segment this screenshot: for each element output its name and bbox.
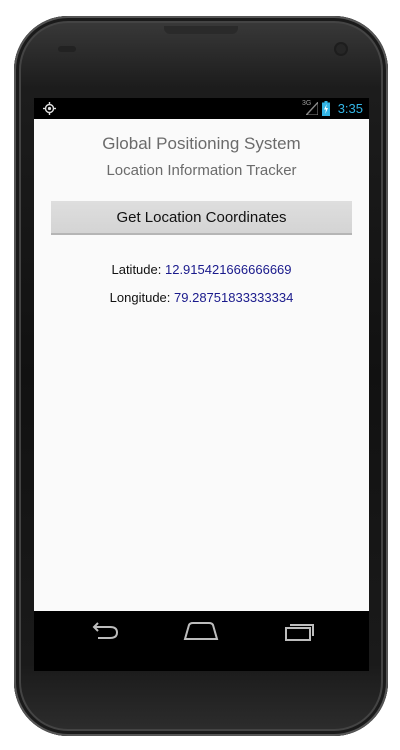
latitude-row: Latitude: 12.915421666666669 (34, 262, 369, 278)
longitude-value: 79.28751833333334 (174, 290, 294, 305)
signal-icon (306, 102, 318, 115)
proximity-sensor (58, 46, 76, 52)
longitude-label: Longitude: (109, 290, 175, 305)
status-bar: 3G 3:35 (34, 98, 369, 119)
front-camera (336, 44, 346, 54)
status-clock: 3:35 (337, 101, 363, 116)
back-icon[interactable] (84, 619, 124, 643)
get-location-coordinates-button[interactable]: Get Location Coordinates (51, 201, 352, 235)
app-content: Global Positioning System Location Infor… (34, 119, 369, 611)
device-screen: 3G 3:35 Global Positioning System Locati… (34, 98, 369, 671)
latitude-value: 12.915421666666669 (164, 262, 292, 277)
recent-apps-icon[interactable] (280, 619, 320, 643)
navigation-bar (34, 611, 369, 653)
longitude-row: Longitude: 79.28751833333334 (34, 290, 369, 306)
phone-frame: 3G 3:35 Global Positioning System Locati… (14, 16, 388, 736)
home-icon[interactable] (181, 619, 221, 643)
app-title: Global Positioning System (102, 134, 301, 153)
battery-charging-icon (322, 101, 330, 116)
app-subtitle: Location Information Tracker (106, 162, 297, 179)
earpiece-speaker (164, 26, 238, 34)
latitude-label: Latitude: (111, 262, 165, 277)
gps-icon (43, 102, 56, 115)
